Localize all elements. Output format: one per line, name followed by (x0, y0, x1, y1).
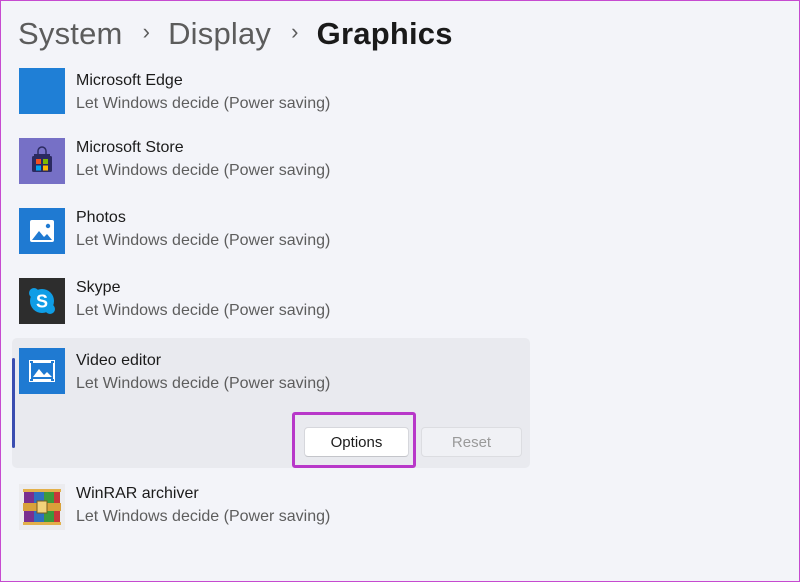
app-name: Skype (76, 279, 121, 296)
breadcrumb-system[interactable]: System (18, 16, 123, 52)
skype-icon: S (19, 278, 65, 324)
app-name: WinRAR archiver (76, 485, 199, 502)
breadcrumb-separator: › (291, 19, 299, 44)
list-item-microsoft-edge[interactable]: Microsoft Edge Let Windows decide (Power… (12, 68, 530, 138)
microsoft-edge-icon (19, 68, 65, 114)
list-item-video-editor[interactable]: Video editor Let Windows decide (Power s… (12, 338, 530, 468)
breadcrumb-separator: › (142, 19, 151, 44)
reset-button[interactable]: Reset (421, 427, 522, 457)
svg-text:S: S (36, 292, 48, 312)
app-status: Let Windows decide (Power saving) (76, 302, 331, 319)
app-status: Let Windows decide (Power saving) (76, 162, 331, 179)
options-highlight-box (292, 412, 416, 468)
list-item-winrar[interactable]: WinRAR archiver Let Windows decide (Powe… (12, 484, 530, 554)
selection-indicator (12, 358, 15, 448)
app-status: Let Windows decide (Power saving) (76, 375, 331, 392)
app-name: Video editor (76, 352, 162, 369)
app-status: Let Windows decide (Power saving) (76, 232, 331, 249)
winrar-icon (19, 484, 65, 530)
app-name: Microsoft Edge (76, 72, 183, 89)
video-editor-icon (19, 348, 65, 394)
breadcrumb: System › Display › Graphics (18, 12, 453, 56)
microsoft-store-icon (19, 138, 65, 184)
app-name: Photos (76, 209, 126, 226)
app-status: Let Windows decide (Power saving) (76, 508, 331, 525)
app-status: Let Windows decide (Power saving) (76, 95, 331, 112)
app-name: Microsoft Store (76, 139, 184, 156)
breadcrumb-display[interactable]: Display (168, 16, 271, 52)
photos-icon (19, 208, 65, 254)
list-item-microsoft-store[interactable]: Microsoft Store Let Windows decide (Powe… (12, 138, 530, 208)
list-item-photos[interactable]: Photos Let Windows decide (Power saving) (12, 208, 530, 278)
page-title: Graphics (316, 16, 453, 51)
